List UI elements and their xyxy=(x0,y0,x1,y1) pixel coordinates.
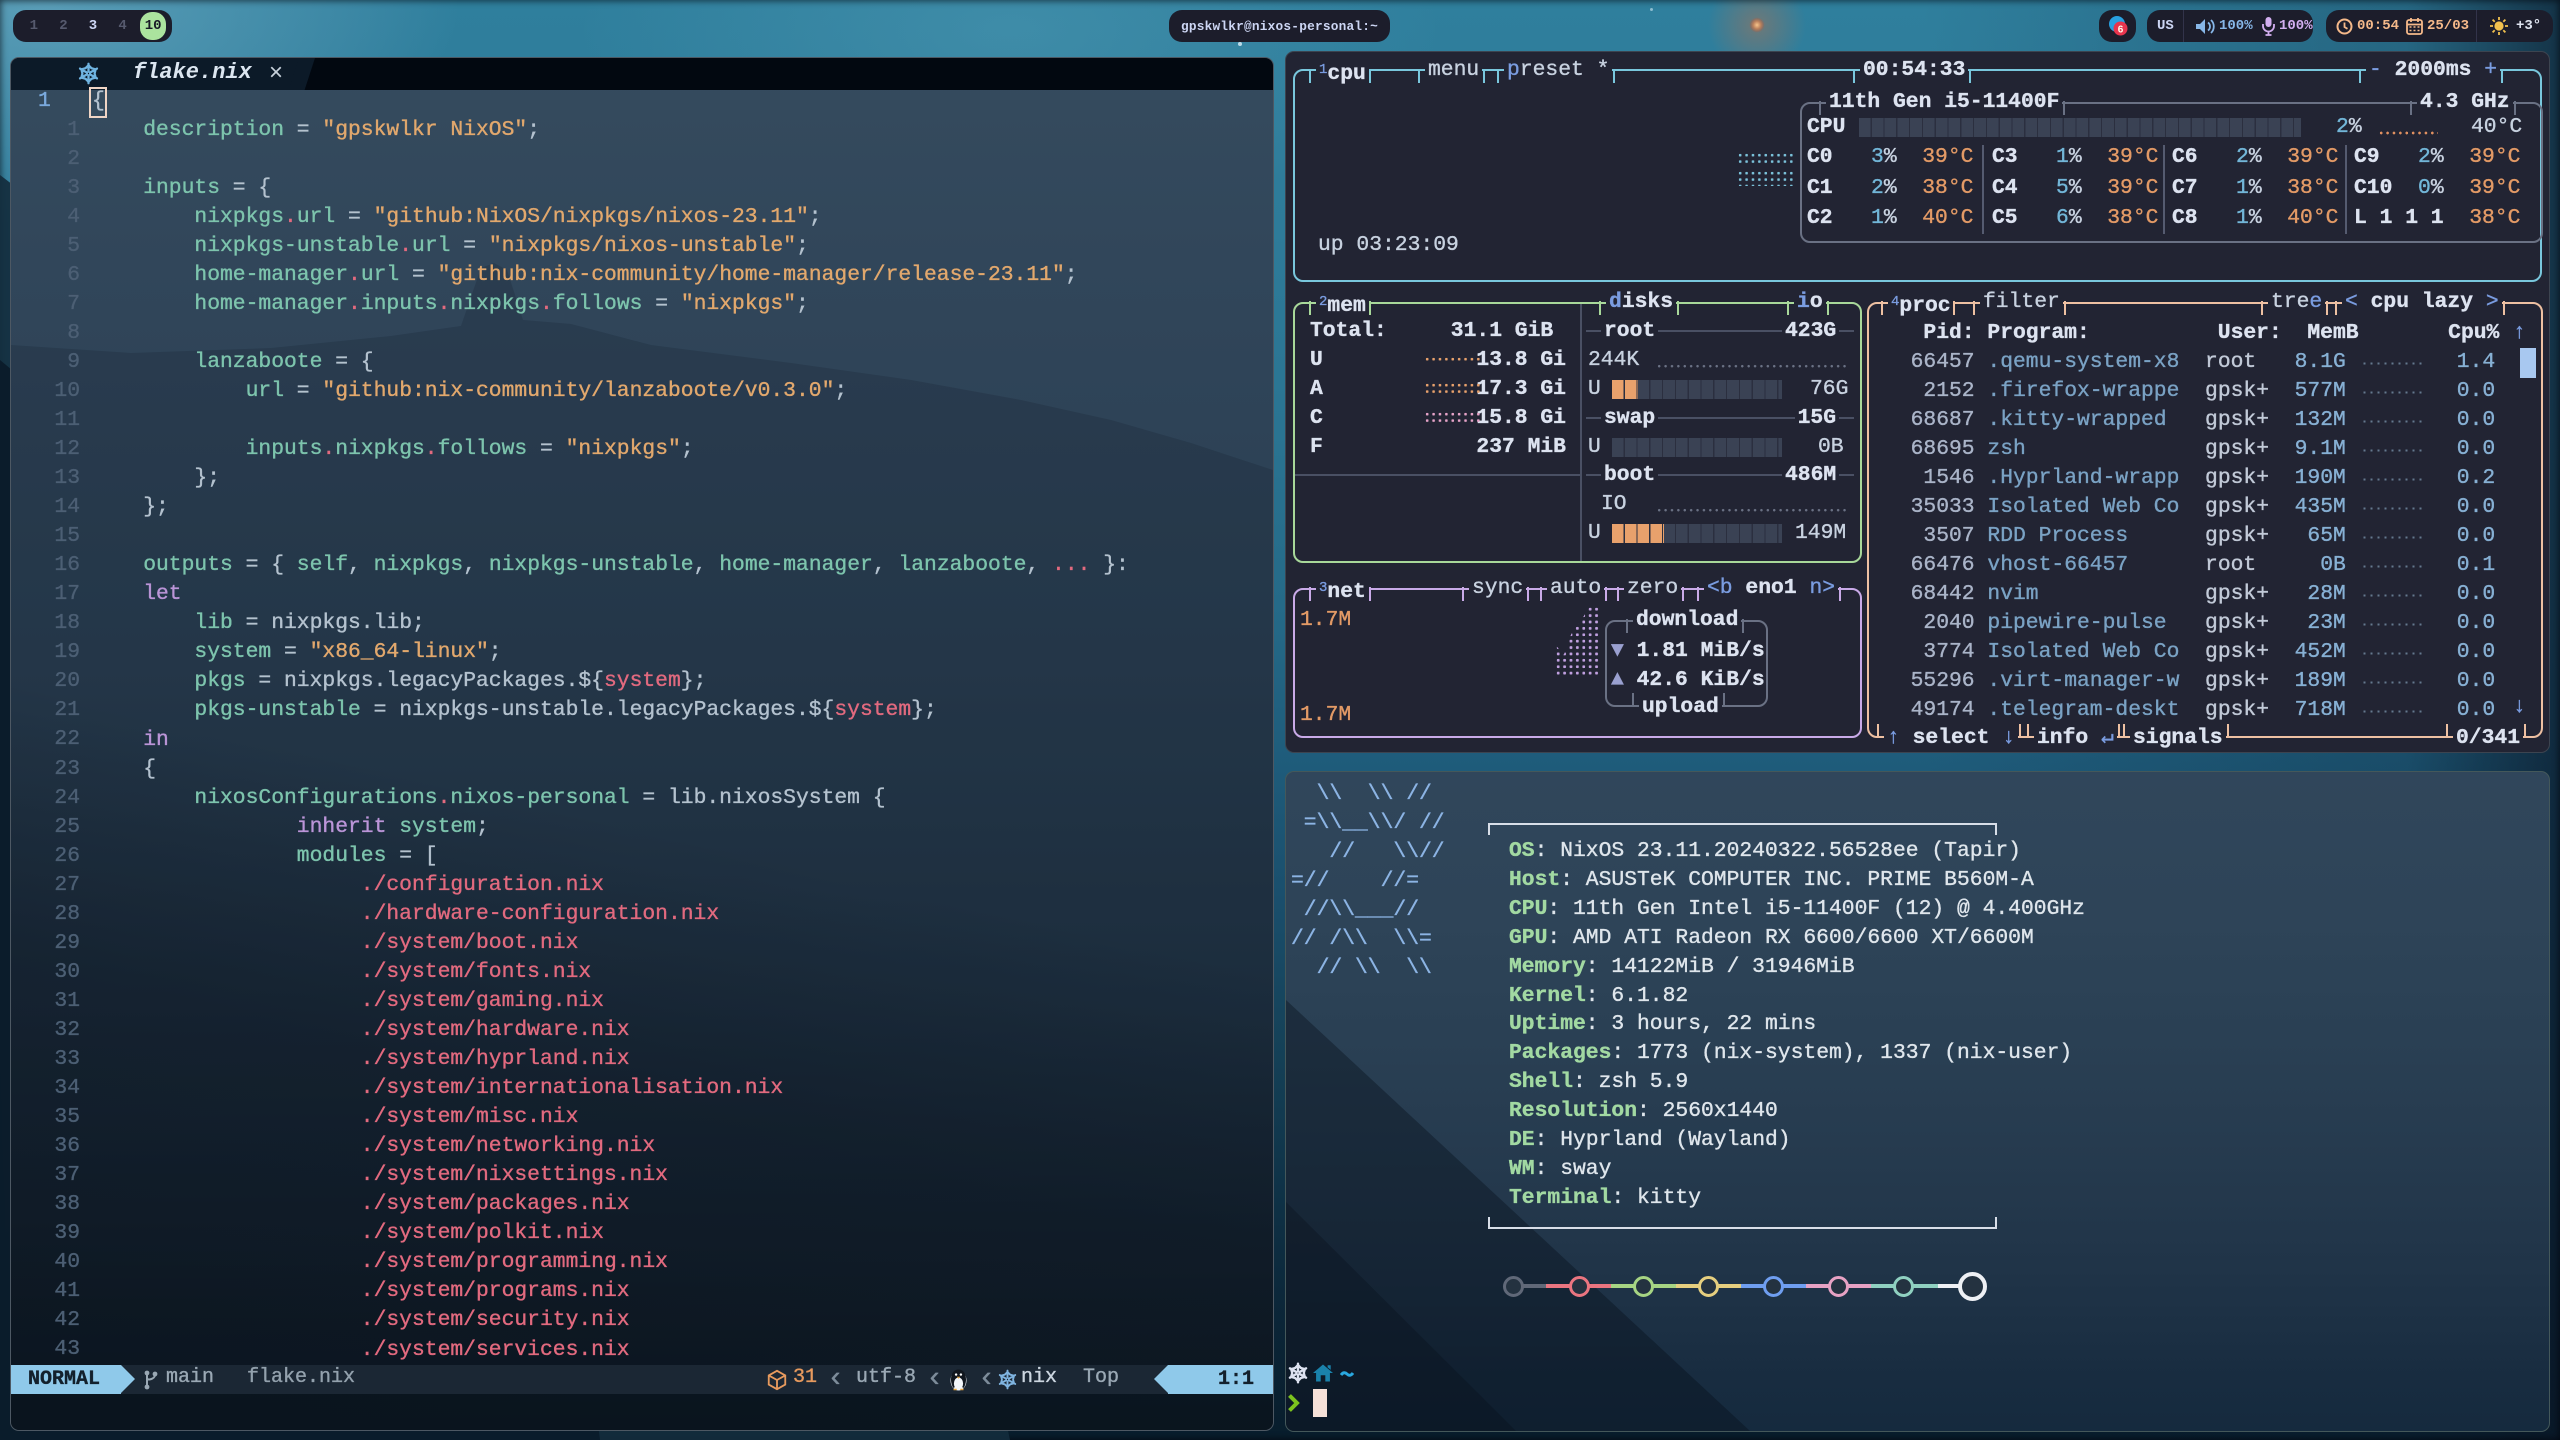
svg-text:6: 6 xyxy=(2117,25,2123,36)
